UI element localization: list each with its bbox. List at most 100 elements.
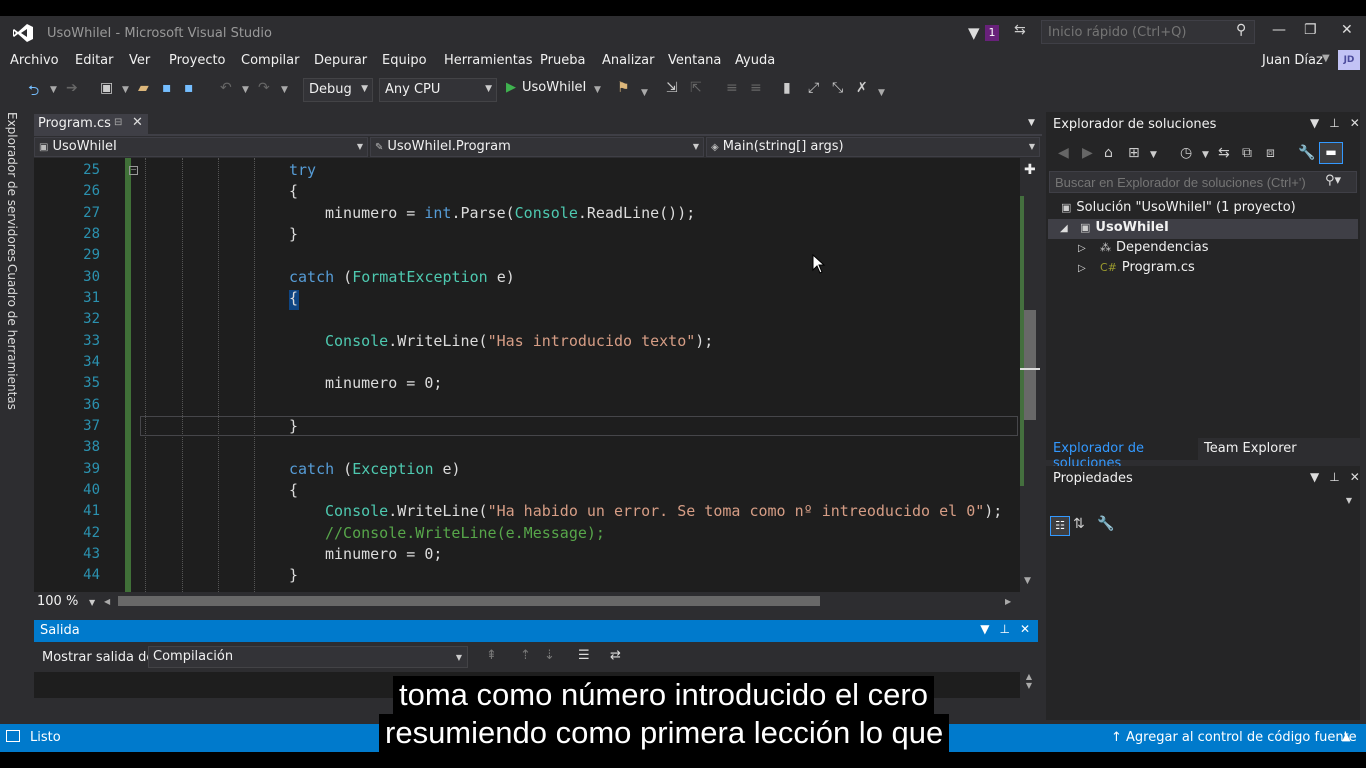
step-over-icon[interactable]: ⇱ (690, 80, 702, 96)
output-window-icon[interactable] (6, 730, 20, 742)
user-name[interactable]: Juan Díaz (1262, 53, 1323, 68)
minimize-button[interactable]: — (1272, 22, 1286, 38)
solution-search-input[interactable] (1049, 171, 1357, 193)
preview-selected-items-button[interactable]: ▬ (1319, 142, 1343, 164)
step-into-icon[interactable]: ⇲ (666, 80, 678, 96)
sync-with-document-icon[interactable]: ⇆ (1218, 145, 1230, 161)
code-editor[interactable]: − 25 26 27 28 29 30 31 32 33 34 35 36 37… (34, 158, 1020, 592)
next-bookmark-icon[interactable]: ⤡ (832, 80, 843, 96)
new-project-icon[interactable]: ▣ (100, 80, 113, 96)
add-to-source-control-button[interactable]: ↑ Agregar al control de código fuente (1111, 730, 1357, 745)
back-icon[interactable]: ◀ (1058, 145, 1069, 161)
navigate-forward-icon[interactable]: ➔ (66, 80, 78, 96)
chevron-down-icon[interactable]: ▼ (1202, 150, 1209, 160)
search-icon[interactable]: ⚲▾ (1325, 173, 1341, 188)
chevron-down-icon[interactable]: ▼ (1150, 150, 1157, 160)
property-pages-icon[interactable]: 🔧 (1097, 516, 1114, 532)
word-wrap-icon[interactable]: ⇄ (610, 648, 621, 663)
menu-analizar[interactable]: Analizar (602, 53, 654, 68)
notifications-button[interactable]: ▼ 1 (968, 22, 1002, 42)
chevron-down-icon[interactable]: ▼ (122, 85, 129, 95)
menu-ventana[interactable]: Ventana (668, 53, 721, 68)
bookmark-icon[interactable]: ▮ (783, 80, 791, 96)
tab-team-explorer[interactable]: Team Explorer (1204, 441, 1297, 456)
uncomment-icon[interactable]: ≡ (750, 80, 762, 96)
tab-server-explorer[interactable]: Explorador de servidores (5, 112, 19, 262)
show-all-files-icon[interactable]: ⧈ (1266, 145, 1275, 161)
chevron-down-icon[interactable]: ▼ (641, 88, 648, 98)
quick-launch-input[interactable] (1041, 20, 1255, 44)
home-icon[interactable]: ⌂ (1104, 145, 1113, 161)
pin-icon[interactable]: ⊟ (114, 117, 122, 128)
tree-item-solution[interactable]: ▣ Solución "UsoWhileI" (1 proyecto) (1061, 200, 1296, 215)
alphabetical-icon[interactable]: ⇅ (1073, 516, 1085, 532)
chevron-down-icon[interactable]: ▼ (1310, 116, 1319, 130)
configuration-select[interactable]: Debug ▼ (303, 78, 373, 102)
menu-depurar[interactable]: Depurar (314, 53, 367, 68)
tab-solution-explorer[interactable]: Explorador de soluciones (1046, 438, 1198, 471)
pin-icon[interactable]: ⊥ (1329, 470, 1339, 484)
chevron-down-icon[interactable]: ▼ (89, 598, 95, 607)
menu-herramientas[interactable]: Herramientas (444, 53, 533, 68)
collapse-all-icon[interactable]: ⧉ (1242, 145, 1252, 161)
split-window-icon[interactable]: ✚ (1024, 162, 1036, 178)
switch-views-icon[interactable]: ⊞ (1128, 145, 1140, 161)
chevron-down-icon[interactable]: ▼ (980, 622, 989, 636)
collapsed-arrow-icon[interactable]: ▷ (1078, 243, 1086, 254)
tab-toolbox[interactable]: Cuadro de herramientas (5, 264, 19, 410)
pin-icon[interactable]: ⊥ (999, 622, 1009, 636)
scroll-right-icon[interactable]: ▶ (1005, 597, 1011, 606)
pending-changes-filter-icon[interactable]: ◷ (1180, 145, 1192, 161)
menu-prueba[interactable]: Prueba (540, 53, 585, 68)
properties-wrench-icon[interactable]: 🔧 (1298, 145, 1315, 161)
previous-bookmark-icon[interactable]: ⤢ (808, 80, 819, 96)
navigate-back-icon[interactable]: ⮌ (28, 80, 39, 104)
forward-icon[interactable]: ▶ (1082, 145, 1093, 161)
previous-message-icon[interactable]: ⇡ (520, 648, 531, 663)
redo-icon[interactable]: ↷ (258, 80, 270, 96)
class-select[interactable]: ✎ UsoWhileI.Program ▼ (370, 137, 704, 157)
menu-archivo[interactable]: Archivo (10, 53, 59, 68)
collapse-toggle-icon[interactable]: − (129, 166, 138, 175)
properties-object-select[interactable]: ▼ (1048, 492, 1358, 512)
close-icon[interactable]: ✕ (1020, 622, 1030, 636)
zoom-level[interactable]: 100 % (37, 594, 78, 609)
chevron-down-icon[interactable]: ▼ (878, 88, 885, 98)
close-icon[interactable]: ✕ (1350, 116, 1360, 130)
output-source-select[interactable]: Compilación ▼ (148, 646, 468, 668)
close-icon[interactable]: ✕ (132, 115, 143, 130)
close-icon[interactable]: ✕ (1350, 470, 1360, 484)
open-file-icon[interactable]: ▰ (138, 80, 149, 96)
search-icon[interactable]: ⚲ (1236, 22, 1246, 38)
scroll-down-icon[interactable]: ▼ (1024, 576, 1031, 586)
chevron-down-icon[interactable]: ▼ (594, 85, 601, 95)
save-all-icon[interactable]: ▪ (184, 80, 194, 96)
save-icon[interactable]: ▪ (162, 80, 172, 96)
restore-button[interactable]: ❐ (1304, 22, 1317, 38)
avatar[interactable]: JD (1338, 50, 1360, 70)
chevron-down-icon[interactable]: ▼ (1322, 53, 1330, 64)
collapsed-arrow-icon[interactable]: ▷ (1078, 263, 1086, 274)
find-in-files-icon[interactable]: ⚑ (617, 80, 630, 96)
project-select[interactable]: ▣ UsoWhileI ▼ (34, 137, 368, 157)
next-message-icon[interactable]: ⇣ (544, 648, 555, 663)
pin-icon[interactable]: ⊥ (1329, 116, 1339, 130)
clear-bookmarks-icon[interactable]: ✗ (856, 80, 868, 96)
tree-item-dependencies[interactable]: ⁂ Dependencias (1100, 240, 1209, 255)
undo-icon[interactable]: ↶ (220, 80, 232, 96)
editor-vertical-scroll-thumb[interactable] (1024, 310, 1036, 420)
chevron-down-icon[interactable]: ▼ (242, 85, 249, 95)
menu-proyecto[interactable]: Proyecto (169, 53, 226, 68)
menu-ver[interactable]: Ver (129, 53, 150, 68)
chevron-down-icon[interactable]: ▼ (1310, 470, 1319, 484)
output-vertical-scrollbar[interactable]: ▲ ▼ (1020, 672, 1038, 714)
chevron-down-icon[interactable]: ▼ (50, 85, 57, 95)
clear-all-icon[interactable]: ☰ (578, 648, 590, 663)
tab-program-cs[interactable]: Program.cs ⊟ ✕ (34, 114, 148, 134)
tree-item-program-cs[interactable]: C# Program.cs (1100, 260, 1195, 275)
feedback-icon[interactable]: ⇆ (1014, 22, 1026, 38)
chevron-down-icon[interactable]: ▼ (1028, 118, 1035, 128)
menu-editar[interactable]: Editar (75, 53, 114, 68)
member-select[interactable]: ◈ Main(string[] args) ▼ (706, 137, 1040, 157)
tree-item-project[interactable]: ▣ UsoWhileI (1080, 220, 1169, 235)
